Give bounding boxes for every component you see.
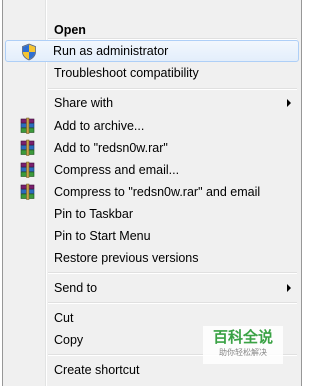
menu-separator xyxy=(48,88,297,90)
menu-item-label: Open xyxy=(54,23,86,37)
menu-item-label: Copy xyxy=(54,333,84,347)
watermark-title: 百科全说 xyxy=(212,329,273,346)
menu-item-compress-and-email[interactable]: Compress and email... xyxy=(5,159,299,181)
watermark-subtitle: 助你轻松解决 xyxy=(219,348,267,357)
menu-item-label: Add to "redsn0w.rar" xyxy=(54,141,168,155)
menu-item-label: Compress to "redsn0w.rar" and email xyxy=(54,185,261,199)
menu-item-pin-to-start-menu[interactable]: Pin to Start Menu xyxy=(5,225,299,247)
watermark: 百科全说 助你轻松解决 xyxy=(203,326,283,364)
menu-item-send-to[interactable]: Send to xyxy=(5,277,299,299)
menu-item-restore-previous-versions[interactable]: Restore previous versions xyxy=(5,247,299,269)
winrar-icon xyxy=(19,139,37,157)
menu-item-compress-to-rar-and-email[interactable]: Compress to "redsn0w.rar" and email xyxy=(5,181,299,203)
menu-item-share-with[interactable]: Share with xyxy=(5,92,299,114)
menu-item-label: Troubleshoot compatibility xyxy=(54,66,199,80)
menu-item-label: Share with xyxy=(54,96,114,110)
submenu-arrow-icon xyxy=(287,284,291,292)
winrar-icon xyxy=(19,161,37,179)
menu-separator xyxy=(48,272,297,274)
menu-item-label: Restore previous versions xyxy=(54,251,199,265)
menu-item-label: Compress and email... xyxy=(54,163,180,177)
submenu-arrow-icon xyxy=(287,99,291,107)
menu-item-run-as-administrator[interactable]: Run as administrator xyxy=(5,40,299,62)
winrar-icon xyxy=(19,183,37,201)
menu-item-label: Run as administrator xyxy=(53,44,169,58)
menu-item-pin-to-taskbar[interactable]: Pin to Taskbar xyxy=(5,203,299,225)
menu-item-label: Send to xyxy=(54,281,98,295)
menu-separator xyxy=(48,302,297,304)
menu-item-label: Cut xyxy=(54,311,74,325)
winrar-icon xyxy=(19,117,37,135)
menu-item-label: Create shortcut xyxy=(54,363,140,377)
uac-shield-icon xyxy=(20,43,38,61)
menu-item-label: Pin to Start Menu xyxy=(54,229,151,243)
menu-item-troubleshoot-compatibility[interactable]: Troubleshoot compatibility xyxy=(5,62,299,84)
menu-item-add-to-archive[interactable]: Add to archive... xyxy=(5,115,299,137)
menu-item-label: Add to archive... xyxy=(54,119,145,133)
menu-item-add-to-rar[interactable]: Add to "redsn0w.rar" xyxy=(5,137,299,159)
menu-item-label: Pin to Taskbar xyxy=(54,207,133,221)
